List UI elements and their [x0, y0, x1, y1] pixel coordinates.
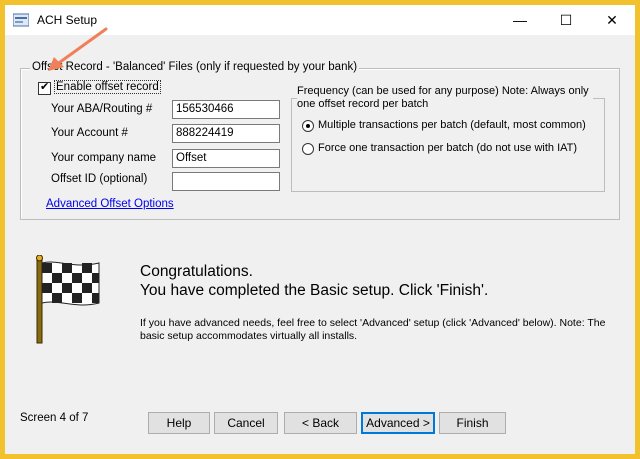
minimize-button[interactable]: —: [497, 5, 543, 35]
back-button[interactable]: < Back: [284, 412, 357, 434]
frequency-legend: Frequency (can be used for any purpose) …: [297, 85, 593, 111]
cancel-button[interactable]: Cancel: [214, 412, 278, 434]
offset-id-input[interactable]: [172, 172, 280, 191]
app-icon: [13, 13, 29, 27]
close-icon: ✕: [606, 11, 618, 28]
advanced-button[interactable]: Advanced >: [361, 412, 435, 434]
company-name-input[interactable]: Offset: [172, 149, 280, 168]
help-button[interactable]: Help: [148, 412, 210, 434]
one-per-batch-label[interactable]: Force one transaction per batch (do not …: [318, 142, 577, 154]
screen-indicator: Screen 4 of 7: [20, 412, 89, 424]
offset-id-label: Offset ID (optional): [51, 173, 148, 185]
advanced-note: If you have advanced needs, feel free to…: [140, 317, 606, 342]
congrats-line-1: Congratulations.: [140, 263, 253, 280]
one-per-batch-radio[interactable]: [302, 143, 314, 155]
maximize-icon: ☐: [559, 11, 573, 28]
close-button[interactable]: ✕: [589, 5, 635, 35]
checkered-flag-icon: [36, 255, 100, 344]
congrats-line-2: You have completed the Basic setup. Clic…: [140, 282, 489, 299]
multiple-per-batch-radio[interactable]: [302, 120, 314, 132]
maximize-button[interactable]: ☐: [543, 5, 589, 35]
minimize-icon: —: [513, 12, 527, 28]
checkmark-icon: ✔: [40, 81, 50, 93]
annotation-arrow-icon: [48, 27, 108, 71]
advanced-offset-options-link[interactable]: Advanced Offset Options: [46, 198, 174, 210]
company-name-label: Your company name: [51, 152, 157, 164]
enable-offset-label[interactable]: Enable offset record: [54, 80, 161, 94]
multiple-per-batch-label[interactable]: Multiple transactions per batch (default…: [318, 119, 586, 131]
aba-routing-input[interactable]: 156530466: [172, 100, 280, 119]
congratulations-message: Congratulations. You have completed the …: [140, 262, 488, 300]
aba-routing-label: Your ABA/Routing #: [51, 103, 153, 115]
radio-selected-dot: [306, 124, 310, 128]
account-number-input[interactable]: 888224419: [172, 124, 280, 143]
account-number-label: Your Account #: [51, 127, 128, 139]
finish-button[interactable]: Finish: [439, 412, 506, 434]
enable-offset-checkbox[interactable]: ✔: [38, 81, 51, 95]
